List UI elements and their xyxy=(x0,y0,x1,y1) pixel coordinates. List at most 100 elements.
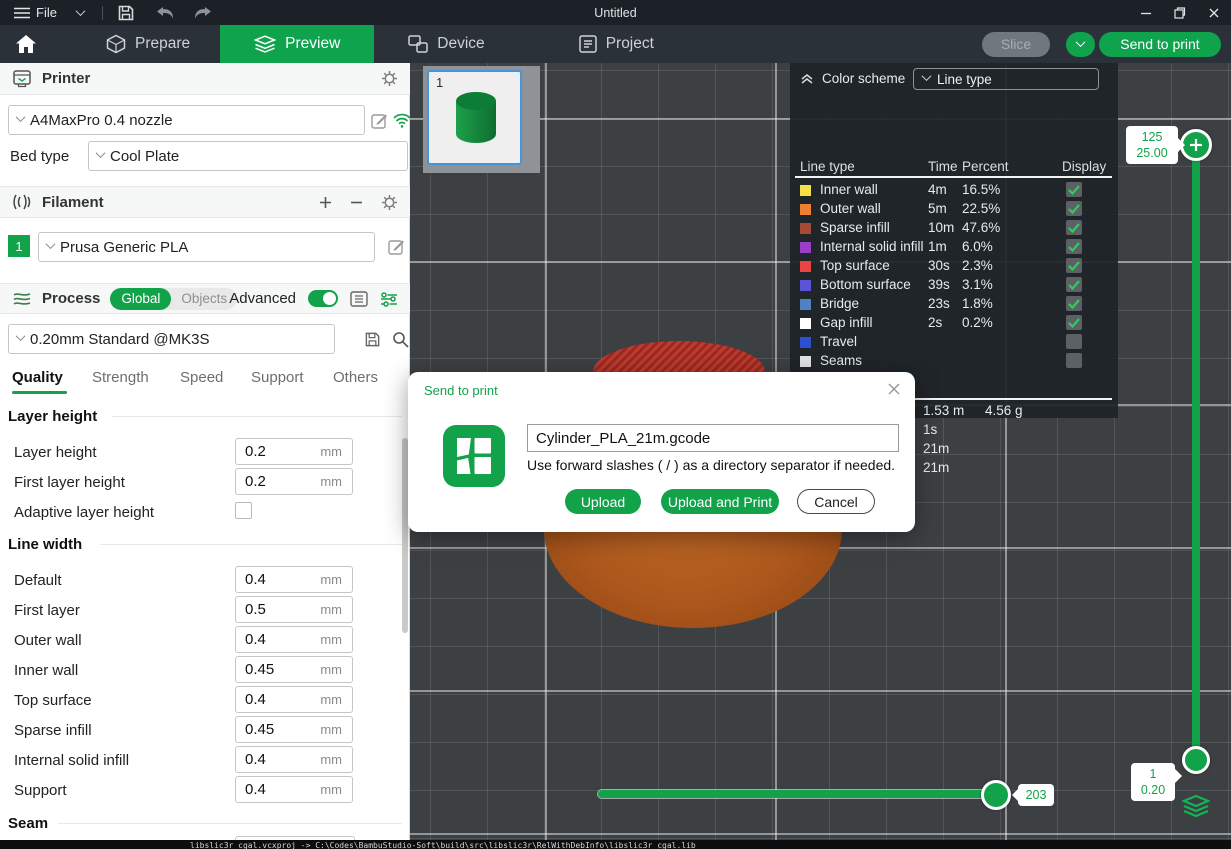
tab-speed[interactable]: Speed xyxy=(180,369,223,386)
view-mode-select[interactable]: Line type xyxy=(913,68,1099,90)
filament-select[interactable]: Prusa Generic PLA xyxy=(38,232,375,262)
group-divider xyxy=(112,416,402,417)
layers-mode-button[interactable] xyxy=(1182,794,1210,823)
slice-button[interactable]: Slice xyxy=(982,32,1050,57)
bed-type-label: Bed type xyxy=(10,148,69,165)
display-checkbox[interactable] xyxy=(1066,258,1082,273)
unit-label: mm xyxy=(320,474,342,489)
redo-button[interactable] xyxy=(187,0,219,25)
display-checkbox[interactable] xyxy=(1066,201,1082,216)
dialog-close-button[interactable] xyxy=(887,382,901,401)
layer-height-input[interactable] xyxy=(236,443,306,460)
wifi-connection-icon[interactable] xyxy=(393,113,411,128)
layers-icon xyxy=(1182,794,1210,818)
undo-icon xyxy=(155,6,175,20)
layer-slider-bottom-handle[interactable] xyxy=(1182,746,1210,774)
filament-slot-number[interactable]: 1 xyxy=(8,235,30,257)
minimize-button[interactable] xyxy=(1129,0,1163,25)
move-slider-handle[interactable] xyxy=(981,780,1011,810)
home-icon xyxy=(16,35,36,53)
legend-row: Bridge 23s 1.8% xyxy=(790,295,1118,314)
display-checkbox[interactable] xyxy=(1066,353,1082,368)
upload-and-print-button[interactable]: Upload and Print xyxy=(661,489,779,514)
tab-quality[interactable]: Quality xyxy=(12,369,63,386)
undo-button[interactable] xyxy=(149,0,181,25)
display-checkbox[interactable] xyxy=(1066,296,1082,311)
line-width-top-surface-input[interactable] xyxy=(236,691,306,708)
line-width-default-input[interactable] xyxy=(236,571,306,588)
tab-others[interactable]: Others xyxy=(333,369,378,386)
display-checkbox[interactable] xyxy=(1066,315,1082,330)
parameter-list-icon[interactable] xyxy=(350,291,368,307)
bed-type-select[interactable]: Cool Plate xyxy=(88,141,408,171)
line-width-sparse-infill-input[interactable] xyxy=(236,721,306,738)
prusalink-logo-icon xyxy=(443,425,505,487)
display-checkbox[interactable] xyxy=(1066,182,1082,197)
upload-button[interactable]: Upload xyxy=(565,489,641,514)
tab-preview[interactable]: Preview xyxy=(220,25,374,63)
plate-thumbnail-backdrop: 1 xyxy=(423,66,540,173)
display-checkbox[interactable] xyxy=(1066,277,1082,292)
file-menu[interactable]: File xyxy=(8,0,63,25)
display-checkbox[interactable] xyxy=(1066,220,1082,235)
display-checkbox[interactable] xyxy=(1066,239,1082,254)
send-to-print-button[interactable]: Send to print xyxy=(1099,32,1221,57)
filament-weight: 4.56 g xyxy=(985,403,1023,418)
save-button[interactable] xyxy=(111,0,141,25)
row-label: Bottom surface xyxy=(820,277,911,292)
cancel-button-label: Cancel xyxy=(814,494,858,510)
tab-project[interactable]: Project xyxy=(553,25,680,63)
save-preset-icon[interactable] xyxy=(364,331,381,348)
move-slider-tooltip: 203 xyxy=(1018,784,1054,806)
add-filament-icon[interactable] xyxy=(319,196,332,209)
process-scope-toggle[interactable]: Global Objects xyxy=(110,288,237,310)
row-time: 39s xyxy=(928,277,950,292)
tab-support[interactable]: Support xyxy=(251,369,304,386)
setting-label: Adaptive layer height xyxy=(14,504,154,521)
printer-select[interactable]: A4MaxPro 0.4 nozzle xyxy=(8,105,365,135)
first-layer-height-input[interactable] xyxy=(236,473,306,490)
tune-parameters-icon[interactable] xyxy=(380,291,398,307)
close-icon xyxy=(887,382,901,396)
home-button[interactable] xyxy=(0,25,52,63)
edit-printer-icon[interactable] xyxy=(371,112,388,129)
restore-button[interactable] xyxy=(1163,0,1197,25)
remove-filament-icon[interactable] xyxy=(350,196,363,209)
search-parameters-icon[interactable] xyxy=(392,331,409,348)
line-width-internal-solid-input[interactable] xyxy=(236,751,306,768)
scope-objects[interactable]: Objects xyxy=(171,291,237,306)
display-checkbox[interactable] xyxy=(1066,334,1082,349)
line-width-first-layer-input[interactable] xyxy=(236,601,306,618)
tab-strength[interactable]: Strength xyxy=(92,369,149,386)
filament-settings-gear-icon[interactable] xyxy=(381,194,398,211)
filename-input[interactable] xyxy=(527,424,899,452)
unit-label: mm xyxy=(320,602,342,617)
plate-thumbnail[interactable]: 1 xyxy=(427,70,522,165)
line-width-inner-wall-input[interactable] xyxy=(236,661,306,678)
printer-settings-gear-icon[interactable] xyxy=(381,70,398,87)
layer-top-tooltip: 125 25.00 xyxy=(1126,126,1178,164)
row-label: Travel xyxy=(820,334,857,349)
line-width-outer-wall-input[interactable] xyxy=(236,631,306,648)
tab-device[interactable]: Device xyxy=(382,25,510,63)
close-button[interactable] xyxy=(1197,0,1231,25)
swatch xyxy=(800,356,811,367)
row-label: Outer wall xyxy=(820,201,881,216)
edit-filament-icon[interactable] xyxy=(388,238,405,255)
line-width-support-input[interactable] xyxy=(236,781,306,798)
layer-slider-track[interactable] xyxy=(1192,145,1200,761)
row-time: 23s xyxy=(928,296,950,311)
swatch xyxy=(800,299,811,310)
process-preset-select[interactable]: 0.20mm Standard @MK3S xyxy=(8,324,335,354)
adaptive-layer-height-checkbox[interactable] xyxy=(235,502,252,519)
tab-prepare[interactable]: Prepare xyxy=(80,25,216,63)
layer-height-group-title: Layer height xyxy=(8,408,97,425)
send-options-chevron-button[interactable] xyxy=(1066,32,1095,57)
scope-global[interactable]: Global xyxy=(110,288,171,310)
advanced-toggle[interactable] xyxy=(308,290,338,307)
legend-header[interactable]: Color scheme xyxy=(800,71,905,86)
first-layer-height-field: mm xyxy=(235,468,353,495)
file-menu-chevron-icon[interactable] xyxy=(76,6,86,16)
cancel-button[interactable]: Cancel xyxy=(797,489,875,514)
move-slider-track[interactable] xyxy=(598,790,998,798)
